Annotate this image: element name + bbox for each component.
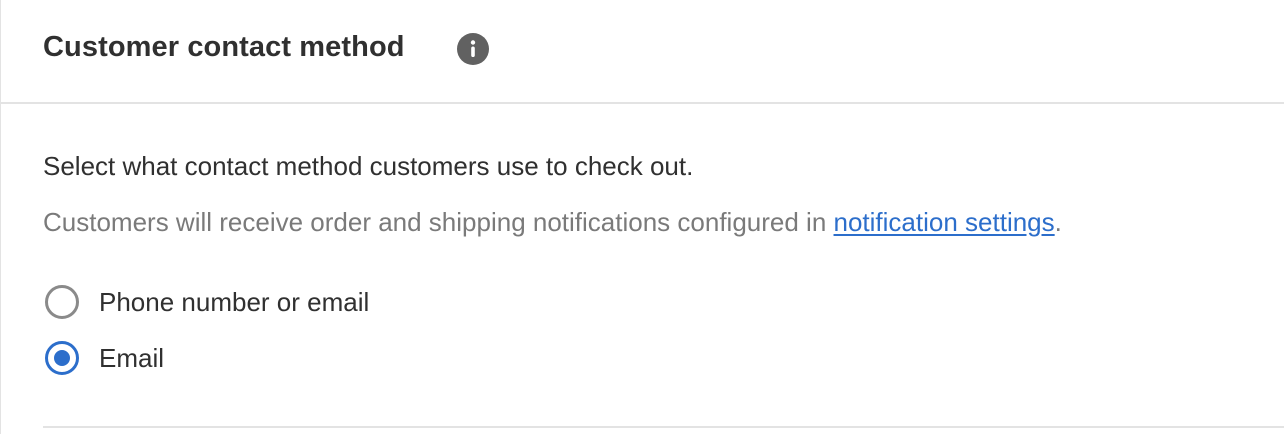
radio-option-phone-or-email[interactable]: Phone number or email xyxy=(45,284,369,320)
card-header: Customer contact method xyxy=(1,0,1284,104)
radio-option-email[interactable]: Email xyxy=(45,340,164,376)
customer-contact-method-card: Customer contact method Select what cont… xyxy=(0,0,1284,434)
phone-or-email-radio[interactable] xyxy=(45,285,79,319)
email-radio[interactable] xyxy=(45,341,79,375)
card-title: Customer contact method xyxy=(43,31,405,63)
phone-or-email-label[interactable]: Phone number or email xyxy=(99,287,369,318)
notification-help-text: Customers will receive order and shippin… xyxy=(43,207,1062,238)
divider xyxy=(43,426,1284,428)
notification-settings-link[interactable]: notification settings xyxy=(834,207,1055,237)
help-text-prefix: Customers will receive order and shippin… xyxy=(43,207,834,237)
info-icon[interactable] xyxy=(457,33,489,65)
email-label[interactable]: Email xyxy=(99,343,164,374)
help-text-suffix: . xyxy=(1054,207,1062,237)
contact-method-description: Select what contact method customers use… xyxy=(43,151,694,181)
